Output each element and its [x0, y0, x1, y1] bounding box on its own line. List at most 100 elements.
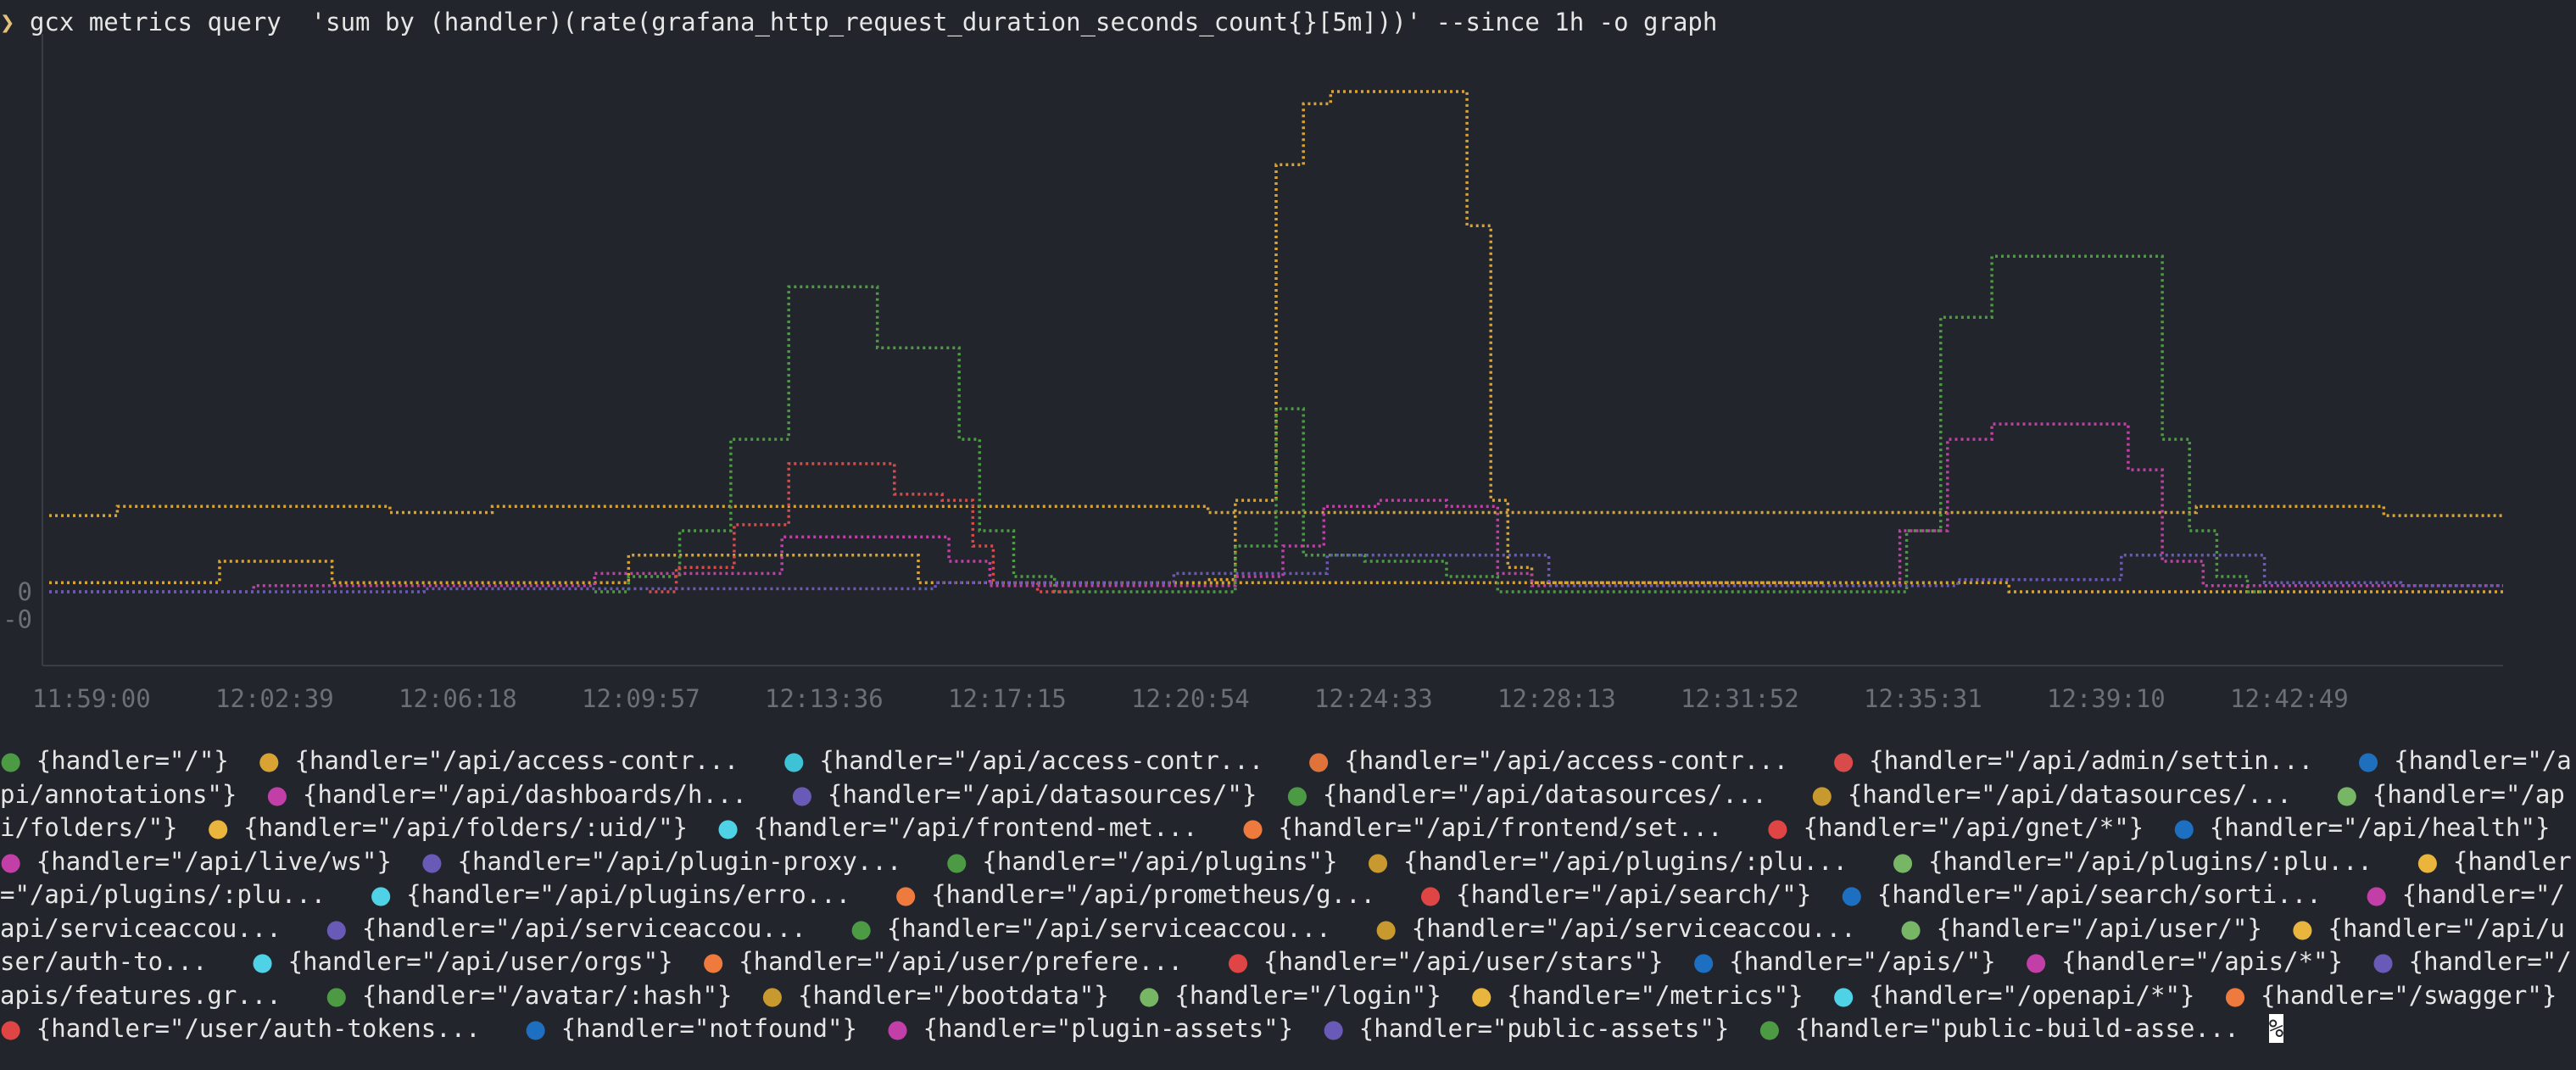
legend-dot-icon: ● [2417, 846, 2439, 876]
legend-label: {handler="/api/access-contr... [804, 746, 1308, 775]
legend-item: ● {handler="/api/folders/:uid/"} [207, 813, 716, 842]
legend-item: ● {handler="/api/serviceaccou... [326, 914, 850, 943]
legend-dot-icon: ● [791, 779, 813, 809]
legend-dot-icon: ● [1892, 846, 1914, 876]
legend-dot-icon: ● [1323, 1014, 1345, 1043]
legend: ● {handler="/"} ● {handler="/api/access-… [0, 744, 2576, 1046]
legend-dot-icon: ● [1367, 846, 1389, 876]
legend-dot-icon: ● [1692, 947, 1715, 976]
legend-item: ● {handler="/api/datasources/"} [791, 780, 1286, 809]
legend-label: {handler="/api/serviceaccou... [347, 913, 851, 943]
legend-item: ● {handler="/avatar/:hash"} [326, 981, 761, 1010]
legend-item: ● {handler="/api/plugins/:plu... [1892, 847, 2417, 876]
legend-label: {handler="/api/search/sorti... [1862, 880, 2367, 909]
legend-dot-icon: ● [1766, 813, 1789, 842]
legend-item: ● {handler="plugin-assets"} [887, 1014, 1323, 1043]
x-tick-label: 11:59:00 [32, 684, 151, 713]
legend-dot-icon: ● [0, 746, 22, 775]
legend-label: {handler="/swagger"} [2261, 980, 2557, 1010]
legend-item: ● {handler="/api/live/ws"} [0, 847, 421, 876]
legend-item: ● {handler="/openapi/*"} [1833, 981, 2225, 1010]
legend-dot-icon: ● [326, 913, 348, 943]
legend-item: ● {handler="public-build-asse... [1759, 1014, 2268, 1043]
legend-label: {handler="/api/search/"} [1441, 880, 1842, 909]
legend-item: ● {handler="/bootdata"} [761, 981, 1138, 1010]
legend-dot-icon: ● [2224, 980, 2246, 1010]
x-tick-label: 12:09:57 [582, 684, 700, 713]
legend-item: ● {handler="/api/user/prefere... [702, 947, 1227, 976]
legend-label: {handler="/openapi/*"} [1854, 980, 2225, 1010]
legend-dot-icon: ● [2357, 746, 2379, 775]
x-tick-label: 12:02:39 [215, 684, 334, 713]
legend-item: ● {handler="/api/plugins/erro... [371, 880, 895, 909]
legend-dot-icon: ● [886, 1014, 909, 1043]
legend-dot-icon: ● [761, 980, 783, 1010]
legend-item: ● {handler="/api/user/stars"} [1227, 947, 1692, 976]
legend-label: {handler="/avatar/:hash"} [347, 980, 762, 1010]
legend-label: {handler="/user/auth-tokens... [21, 1014, 525, 1043]
x-tick-label: 12:17:15 [948, 684, 1067, 713]
legend-item: ● {handler="/api/prometheus/g... [895, 880, 1419, 909]
x-tick-label: 12:39:10 [2047, 684, 2166, 713]
legend-dot-icon: ● [1241, 813, 1264, 842]
legend-item: ● {handler="/api/user/"} [1900, 914, 2292, 943]
legend-dot-icon: ● [1832, 980, 1854, 1010]
legend-label: {handler="/api/gnet/*"} [1788, 813, 2174, 842]
legend-dot-icon: ● [2366, 880, 2388, 909]
legend-label: {handler="/api/user/"} [1921, 913, 2292, 943]
legend-label: {handler="public-build-asse... [1780, 1014, 2269, 1043]
legend-item: ● {handler="/api/admin/settin... [1832, 746, 2357, 775]
x-tick-label: 12:24:33 [1314, 684, 1433, 713]
legend-dot-icon: ● [702, 947, 724, 976]
legend-label: {handler="/api/datasources/... [1832, 779, 2337, 809]
legend-dot-icon: ● [1832, 746, 1854, 775]
legend-item: ● {handler="/api/frontend/set... [1242, 813, 1767, 842]
series-line [594, 254, 2265, 594]
legend-label: {handler="/apis/*"} [2046, 947, 2372, 976]
legend-dot-icon: ● [266, 779, 288, 809]
legend-label: {handler="/api/access-contr... [1329, 746, 1833, 775]
legend-label: {handler="/api/serviceaccou... [1397, 913, 1900, 943]
legend-dot-icon: ● [1811, 779, 1833, 809]
legend-label: {handler="/api/health"} [2209, 813, 2551, 842]
legend-item: ● {handler="/apis/*"} [2025, 947, 2372, 976]
legend-dot-icon: ● [2025, 947, 2047, 976]
legend-item: ● {handler="/swagger"} [2224, 981, 2576, 1010]
legend-label: {handler="/api/folders/:uid/"} [228, 813, 717, 842]
legend-dot-icon: ● [1138, 980, 1160, 1010]
legend-label: {handler="notfound"} [546, 1014, 887, 1043]
legend-dot-icon: ● [945, 846, 967, 876]
series-line [649, 462, 1072, 594]
legend-item: ● {handler="/api/search/sorti... [1841, 880, 2366, 909]
legend-dot-icon: ● [1374, 913, 1397, 943]
legend-item: ● {handler="/api/access-contr... [1308, 746, 1833, 775]
legend-dot-icon: ● [1759, 1014, 1781, 1043]
legend-label: {handler="/api/plugins/erro... [391, 880, 895, 909]
legend-label: {handler="/api/frontend/set... [1263, 813, 1767, 842]
legend-dot-icon: ● [207, 813, 229, 842]
series-line [1207, 90, 1822, 584]
legend-dot-icon: ● [716, 813, 739, 842]
legend-label: {handler="/api/plugins"} [967, 846, 1368, 876]
x-tick-label: 12:06:18 [399, 684, 517, 713]
legend-label: {handler="public-assets"} [1344, 1014, 1759, 1043]
legend-label: {handler="/api/datasources/... [1308, 779, 1812, 809]
legend-item: ● {handler="/api/access-contr... [783, 746, 1308, 775]
legend-label: {handler="/api/datasources/"} [812, 779, 1287, 809]
x-tick-label: 12:20:54 [1131, 684, 1250, 713]
legend-label: {handler="/api/frontend-met... [739, 813, 1242, 842]
legend-label: {handler="/api/admin/settin... [1854, 746, 2358, 775]
legend-item: ● {handler="/api/serviceaccou... [850, 914, 1375, 943]
legend-item: ● {handler="public-assets"} [1323, 1014, 1759, 1043]
legend-dot-icon: ● [1286, 779, 1308, 809]
legend-dot-icon: ● [895, 880, 917, 909]
y-tick-label: -0 [3, 605, 32, 633]
legend-item: ● {handler="/api/plugin-proxy... [421, 847, 946, 876]
legend-item: ● {handler="/api/plugins/:plu... [1367, 847, 1892, 876]
legend-dot-icon: ● [2372, 947, 2395, 976]
legend-item: ● {handler="/"} [0, 746, 259, 775]
legend-dot-icon: ● [1470, 980, 1492, 1010]
legend-label: {handler="/api/access-contr... [279, 746, 783, 775]
legend-label: {handler="/api/plugin-proxy... [443, 846, 946, 876]
legend-item: ● {handler="/api/frontend-met... [717, 813, 1242, 842]
